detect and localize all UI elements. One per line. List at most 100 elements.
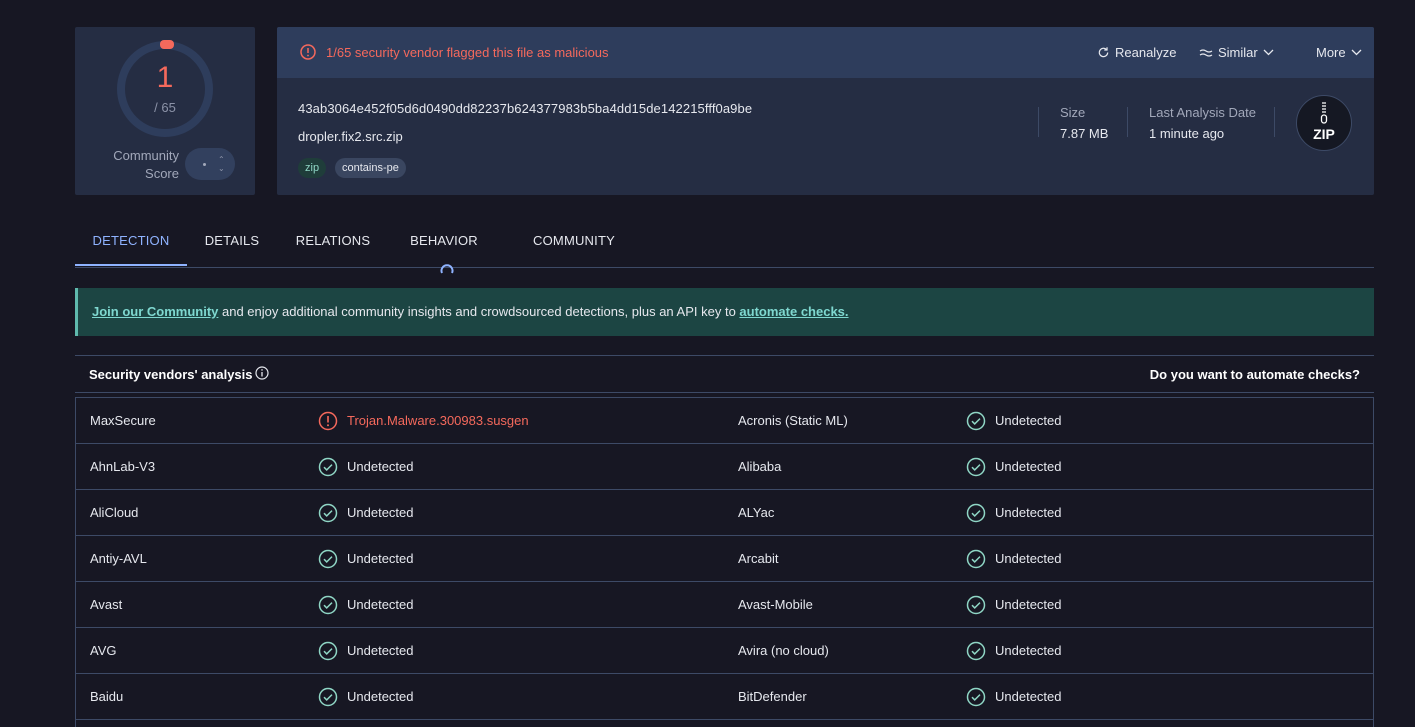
community-banner: Join our Community and enjoy additional … <box>75 288 1374 336</box>
tab-bar: DETECTION DETAILS RELATIONS BEHAVIOR COM… <box>75 226 1374 274</box>
vendors-analysis-title: Security vendors' analysis <box>89 367 253 382</box>
vendor-name: Baidu <box>90 689 124 704</box>
vendor-result: Trojan.Malware.300983.susgen <box>347 413 529 428</box>
vendor-name: Avast-Mobile <box>738 597 813 612</box>
table-row: Avast Undetected Avast-Mobile Undetected <box>76 582 1373 628</box>
file-hash[interactable]: 43ab3064e452f05d6d0490dd82237b624377983b… <box>298 101 752 116</box>
divider <box>1038 107 1039 137</box>
file-info-card: 1/65 security vendor flagged this file a… <box>277 27 1374 195</box>
tab-community[interactable]: COMMUNITY <box>530 226 618 266</box>
tab-detection[interactable]: DETECTION <box>75 226 187 266</box>
tag-zip[interactable]: zip <box>298 158 327 178</box>
file-type-badge: ZIP <box>1296 95 1352 151</box>
malicious-icon <box>318 411 338 434</box>
undetected-check-icon <box>966 411 986 434</box>
vendor-result: Undetected <box>995 459 1062 474</box>
undetected-check-icon <box>318 457 338 480</box>
file-type-label: ZIP <box>1313 126 1335 142</box>
vendor-result: Undetected <box>347 689 414 704</box>
vendor-name: Alibaba <box>738 459 782 474</box>
vendor-name: AliCloud <box>90 505 139 520</box>
vendor-result: Undetected <box>995 643 1062 658</box>
tab-behavior-label: BEHAVIOR <box>410 233 478 248</box>
community-label-line1: Community <box>113 148 179 163</box>
vendor-result: Undetected <box>347 597 414 612</box>
vendor-result: Undetected <box>995 689 1062 704</box>
community-score-label: Community Score <box>99 147 179 183</box>
community-label-line2: Score <box>145 166 179 181</box>
reanalyze-button[interactable]: Reanalyze <box>1097 45 1176 60</box>
vendor-name: MaxSecure <box>90 413 156 428</box>
similar-label: Similar <box>1218 45 1258 60</box>
loading-spinner-icon <box>440 264 454 274</box>
undetected-check-icon <box>966 687 986 710</box>
undetected-check-icon <box>966 595 986 618</box>
undetected-check-icon <box>318 549 338 572</box>
undetected-check-icon <box>966 503 986 526</box>
size-label: Size <box>1060 105 1086 120</box>
vendor-name: BitDefender <box>738 689 807 704</box>
detection-count: 1 <box>156 61 174 94</box>
table-row: AVG Undetected Avira (no cloud) Undetected <box>76 628 1373 674</box>
vendor-name: Antiy-AVL <box>90 551 147 566</box>
vendor-result: Undetected <box>347 505 414 520</box>
tab-details[interactable]: DETAILS <box>195 226 269 266</box>
info-header: 1/65 security vendor flagged this file a… <box>277 27 1374 78</box>
table-row: Antiy-AVL Undetected Arcabit Undetected <box>76 536 1373 582</box>
vendor-result: Undetected <box>347 459 414 474</box>
undetected-check-icon <box>318 503 338 526</box>
community-vote-toggle[interactable]: ⌃ ⌄ <box>185 148 235 180</box>
undetected-check-icon <box>318 687 338 710</box>
banner-message: and enjoy additional community insights … <box>218 304 740 319</box>
more-label: More <box>1316 45 1346 60</box>
zipper-icon <box>1320 102 1328 124</box>
tag-contains-pe[interactable]: contains-pe <box>335 158 406 178</box>
table-row: Baidu Undetected BitDefender Undetected <box>76 674 1373 720</box>
similar-button[interactable]: Similar <box>1199 45 1274 60</box>
tab-behavior[interactable]: BEHAVIOR <box>401 226 487 274</box>
undetected-check-icon <box>966 641 986 664</box>
table-row: MaxSecure Trojan.Malware.300983.susgen Acr… <box>76 398 1373 444</box>
undetected-check-icon <box>318 595 338 618</box>
info-icon[interactable] <box>255 366 269 380</box>
join-community-link[interactable]: Join our Community <box>92 304 218 319</box>
vendor-result: Undetected <box>995 551 1062 566</box>
vendor-name: AVG <box>90 643 117 658</box>
automate-checks-link[interactable]: automate checks. <box>739 304 848 319</box>
table-row: AliCloud Undetected ALYac Undetected <box>76 490 1373 536</box>
undetected-check-icon <box>966 457 986 480</box>
chevron-down-icon <box>1351 49 1362 56</box>
divider <box>1127 107 1128 137</box>
detection-total: / 65 <box>154 100 176 115</box>
vendor-result: Undetected <box>347 643 414 658</box>
vendor-result: Undetected <box>347 551 414 566</box>
table-row: AhnLab-V3 Undetected Alibaba Undetected <box>76 444 1373 490</box>
file-name: dropler.fix2.src.zip <box>298 129 403 144</box>
chevron-down-icon <box>1263 49 1274 56</box>
divider <box>1274 107 1275 137</box>
vendor-name: Arcabit <box>738 551 779 566</box>
chevron-down-icon[interactable]: ⌄ <box>218 164 225 173</box>
vendors-table: MaxSecure Trojan.Malware.300983.susgen Acr… <box>75 397 1374 727</box>
undetected-check-icon <box>318 641 338 664</box>
chevron-up-icon[interactable]: ⌃ <box>218 155 225 164</box>
automate-checks-prompt[interactable]: Do you want to automate checks? <box>1150 367 1360 382</box>
vendor-name: Avira (no cloud) <box>738 643 829 658</box>
last-analysis-value: 1 minute ago <box>1149 126 1225 141</box>
vendor-name: Avast <box>90 597 123 612</box>
vendor-result: Undetected <box>995 413 1062 428</box>
banner-text: Join our Community and enjoy additional … <box>92 304 849 319</box>
similar-icon <box>1199 48 1213 57</box>
alert-icon <box>300 44 316 60</box>
size-value: 7.87 MB <box>1060 126 1109 141</box>
vendors-analysis-header: Security vendors' analysis Do you want t… <box>75 355 1374 393</box>
vendor-result: Undetected <box>995 597 1062 612</box>
tab-relations[interactable]: RELATIONS <box>289 226 377 266</box>
last-analysis-label: Last Analysis Date <box>1149 105 1256 120</box>
undetected-check-icon <box>966 549 986 572</box>
more-button[interactable]: More <box>1316 45 1362 60</box>
malicious-alert-text: 1/65 security vendor flagged this file a… <box>326 45 609 60</box>
vendor-name: Acronis (Static ML) <box>738 413 848 428</box>
reanalyze-label: Reanalyze <box>1115 45 1177 60</box>
community-score-card: 1 / 65 Community Score ⌃ ⌄ <box>75 27 255 195</box>
